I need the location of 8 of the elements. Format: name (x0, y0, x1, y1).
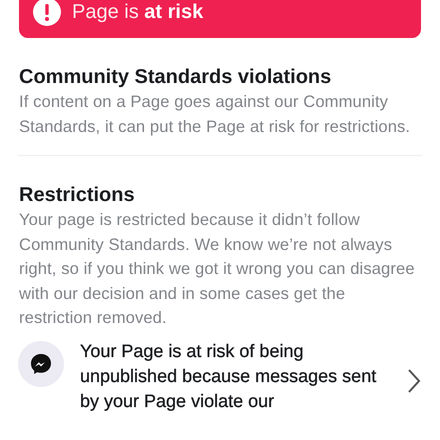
messenger-icon (18, 340, 64, 386)
chevron-right-icon[interactable] (406, 366, 422, 394)
banner-text: Page is at risk (72, 0, 204, 24)
section-description: Your page is restricted because it didn’t follow Community Standards. We know we’re not always right, so if you think we got it wrong you can disagree with our decision and in some cases get the restriction removed. (19, 209, 416, 329)
section-description: If content on a Page goes against our Community Standards, it can put the Page at risk for restrictions. (19, 91, 412, 138)
section-heading: Community Standards violations (19, 65, 332, 90)
violation-notice[interactable]: Your Page is at risk of being unpublished because messages sent by your Page violate our (80, 338, 390, 414)
section-heading: Restrictions (19, 183, 136, 208)
